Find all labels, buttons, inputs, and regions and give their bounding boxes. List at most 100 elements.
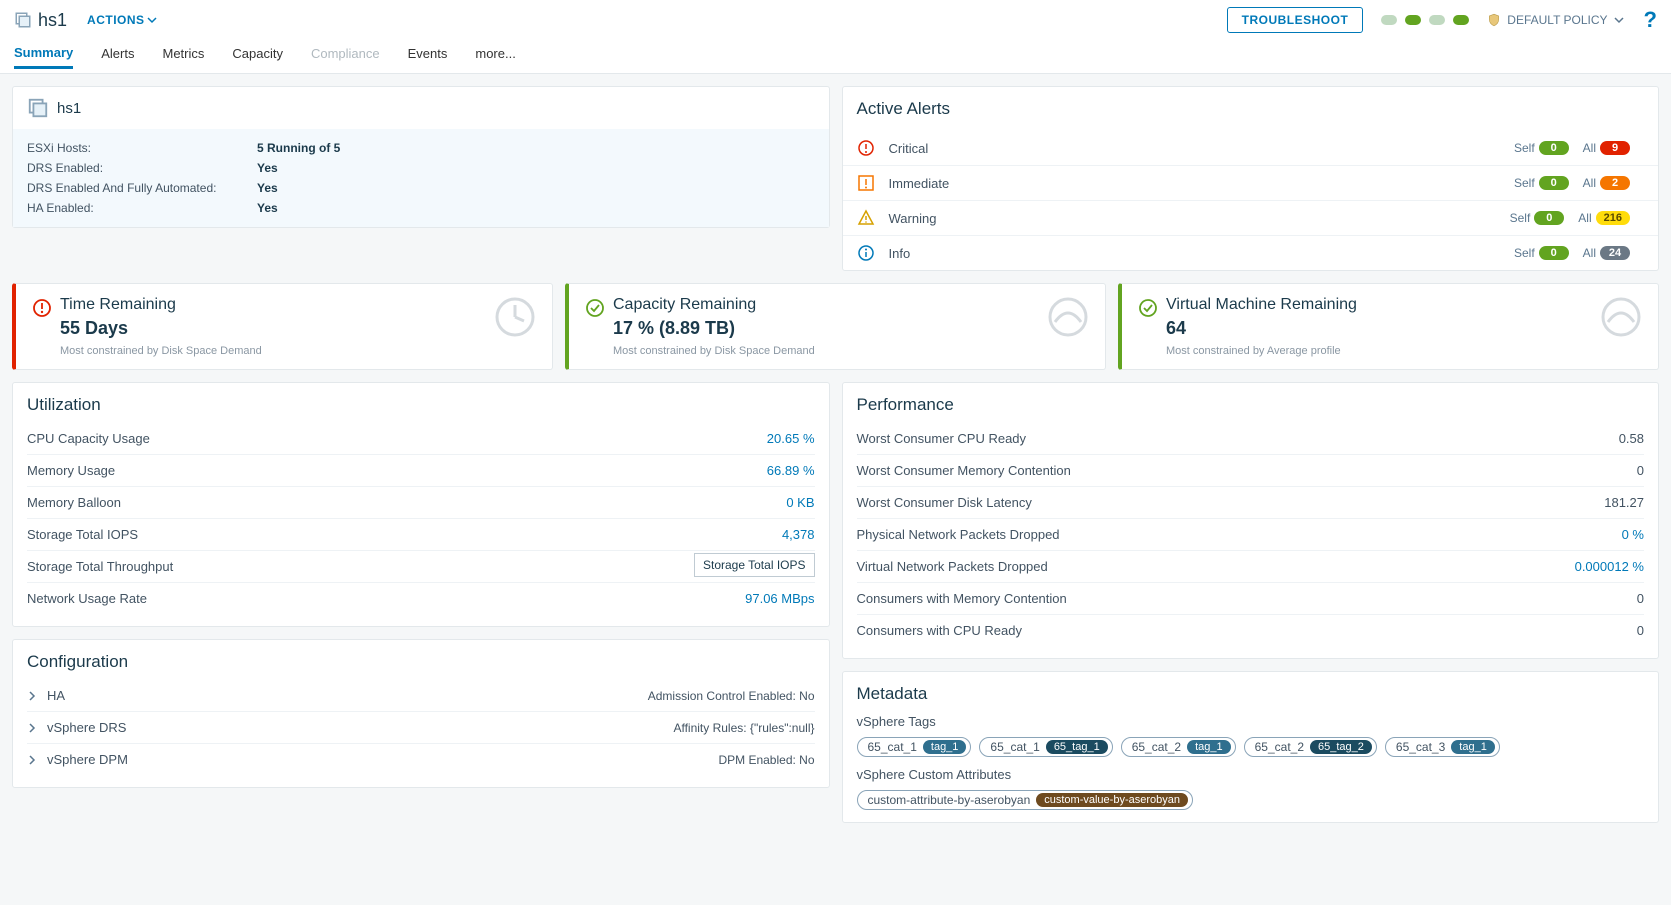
clock-icon — [494, 296, 536, 338]
tag-chip[interactable]: 65_cat_2tag_1 — [1121, 737, 1236, 757]
health-dot[interactable] — [1429, 15, 1445, 25]
cluster-info-card: hs1 ESXi Hosts:5 Running of 5DRS Enabled… — [12, 86, 830, 228]
metric-value[interactable]: 0.000012 % — [1575, 559, 1644, 574]
tab-metrics[interactable]: Metrics — [162, 46, 204, 67]
summary-card[interactable]: Virtual Machine Remaining 64 Most constr… — [1118, 283, 1659, 370]
tag-chip[interactable]: 65_cat_265_tag_2 — [1244, 737, 1377, 757]
tab-alerts[interactable]: Alerts — [101, 46, 134, 67]
alert-all-count[interactable]: 2 — [1600, 176, 1630, 190]
alert-row[interactable]: Warning Self 0 All 216 — [843, 200, 1659, 235]
metric-row: Worst Consumer CPU Ready 0.58 — [857, 423, 1645, 455]
cluster-property-label: ESXi Hosts: — [27, 141, 257, 155]
metric-row: Consumers with Memory Contention 0 — [857, 583, 1645, 615]
tag-category: 65_cat_2 — [1255, 740, 1304, 754]
config-value: Admission Control Enabled: No — [648, 689, 815, 703]
chevron-down-icon — [1614, 15, 1624, 25]
alert-severity-icon — [857, 209, 877, 227]
config-row[interactable]: vSphere DRS Affinity Rules: {"rules":nul… — [27, 712, 815, 744]
alert-self-count[interactable]: 0 — [1539, 141, 1569, 155]
tag-chip[interactable]: 65_cat_3tag_1 — [1385, 737, 1500, 757]
alert-severity-icon — [857, 139, 877, 157]
config-row[interactable]: HA Admission Control Enabled: No — [27, 680, 815, 712]
summary-card[interactable]: Capacity Remaining 17 % (8.89 TB) Most c… — [565, 283, 1106, 370]
metric-name: Physical Network Packets Dropped — [857, 527, 1622, 542]
configuration-title: Configuration — [27, 652, 815, 672]
page-title: hs1 — [38, 10, 67, 31]
metric-value[interactable]: 97.06 MBps — [745, 591, 814, 606]
chevron-down-icon — [147, 15, 157, 25]
summary-card-title: Virtual Machine Remaining — [1166, 296, 1600, 314]
chevron-right-icon — [27, 755, 39, 765]
tab-summary[interactable]: Summary — [14, 45, 73, 69]
metric-name: Consumers with Memory Contention — [857, 591, 1637, 606]
metadata-title: Metadata — [857, 684, 1645, 704]
performance-title: Performance — [857, 395, 1645, 415]
utilization-title: Utilization — [27, 395, 815, 415]
help-icon[interactable]: ? — [1644, 7, 1657, 33]
metric-value[interactable]: 0 % — [1622, 527, 1644, 542]
tab-more[interactable]: more... — [475, 46, 515, 67]
health-dot[interactable] — [1381, 15, 1397, 25]
tab-events[interactable]: Events — [408, 46, 448, 67]
alert-all-label: All — [1583, 176, 1596, 190]
troubleshoot-button[interactable]: TROUBLESHOOT — [1227, 7, 1364, 33]
alert-all-count[interactable]: 24 — [1600, 246, 1630, 260]
summary-card-title: Capacity Remaining — [613, 296, 1047, 314]
metric-name: Virtual Network Packets Dropped — [857, 559, 1575, 574]
alert-row[interactable]: Immediate Self 0 All 2 — [843, 165, 1659, 200]
summary-card-value: 64 — [1166, 318, 1600, 339]
metric-value: 0 — [1637, 463, 1644, 478]
tab-compliance: Compliance — [311, 46, 380, 67]
health-indicators — [1381, 15, 1469, 25]
metric-name: Worst Consumer Disk Latency — [857, 495, 1605, 510]
health-dot[interactable] — [1453, 15, 1469, 25]
attribute-key: custom-attribute-by-aserobyan — [868, 793, 1031, 807]
alert-row[interactable]: Info Self 0 All 24 — [843, 235, 1659, 270]
metric-value[interactable]: 0 KB — [786, 495, 814, 510]
cluster-property-label: DRS Enabled And Fully Automated: — [27, 181, 257, 195]
metric-value[interactable]: 4,378 — [782, 527, 815, 542]
alert-all-count[interactable]: 216 — [1596, 211, 1630, 225]
status-badge-icon — [585, 298, 605, 318]
alert-self-count[interactable]: 0 — [1539, 246, 1569, 260]
metric-value[interactable]: 66.89 % — [767, 463, 815, 478]
cluster-property-label: DRS Enabled: — [27, 161, 257, 175]
metric-value[interactable]: 20.65 % — [767, 431, 815, 446]
alert-all-label: All — [1583, 246, 1596, 260]
cluster-icon — [14, 11, 32, 29]
metric-value: 0 — [1637, 623, 1644, 638]
config-name: vSphere DRS — [47, 720, 673, 735]
summary-card-value: 55 Days — [60, 318, 494, 339]
metric-row: Physical Network Packets Dropped 0 % — [857, 519, 1645, 551]
actions-dropdown[interactable]: ACTIONS — [87, 13, 157, 27]
metadata-card: Metadata vSphere Tags 65_cat_1tag_1 65_ca… — [842, 671, 1660, 823]
attrs-heading: vSphere Custom Attributes — [857, 767, 1645, 782]
attribute-chip[interactable]: custom-attribute-by-aserobyancustom-valu… — [857, 790, 1193, 810]
alert-self-count[interactable]: 0 — [1539, 176, 1569, 190]
metric-row: Virtual Network Packets Dropped 0.000012… — [857, 551, 1645, 583]
alert-severity-name: Critical — [889, 141, 1514, 156]
tag-chip[interactable]: 65_cat_1tag_1 — [857, 737, 972, 757]
alert-all-label: All — [1578, 211, 1591, 225]
summary-card[interactable]: Time Remaining 55 Days Most constrained … — [12, 283, 553, 370]
cluster-property-value: Yes — [257, 201, 815, 215]
tags-heading: vSphere Tags — [857, 714, 1645, 729]
alert-severity-name: Info — [889, 246, 1514, 261]
metric-name: Worst Consumer CPU Ready — [857, 431, 1619, 446]
metric-value: 181.27 — [1604, 495, 1644, 510]
alert-row[interactable]: Critical Self 0 All 9 — [843, 131, 1659, 165]
config-value: DPM Enabled: No — [718, 753, 814, 767]
metric-name: CPU Capacity Usage — [27, 431, 767, 446]
config-row[interactable]: vSphere DPM DPM Enabled: No — [27, 744, 815, 775]
policy-dropdown[interactable]: DEFAULT POLICY — [1487, 13, 1623, 27]
metric-row: Consumers with CPU Ready 0 — [857, 615, 1645, 646]
tab-capacity[interactable]: Capacity — [232, 46, 283, 67]
chevron-right-icon — [27, 723, 39, 733]
health-dot[interactable] — [1405, 15, 1421, 25]
alert-self-label: Self — [1514, 176, 1535, 190]
metric-value: 0.58 — [1619, 431, 1644, 446]
summary-card-footnote: Most constrained by Disk Space Demand — [613, 345, 1047, 357]
tag-chip[interactable]: 65_cat_165_tag_1 — [979, 737, 1112, 757]
alert-self-count[interactable]: 0 — [1534, 211, 1564, 225]
alert-all-count[interactable]: 9 — [1600, 141, 1630, 155]
